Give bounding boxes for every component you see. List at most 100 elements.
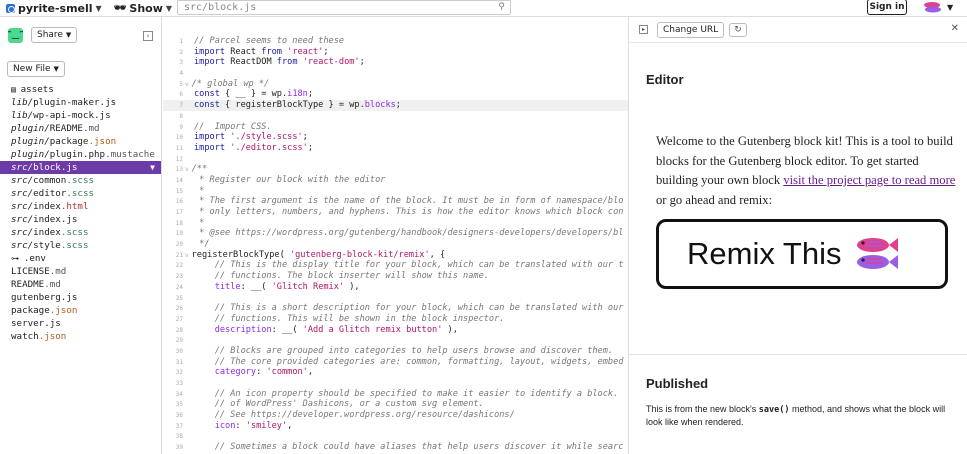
chevron-down-icon: ▼	[95, 3, 102, 13]
preview-pane: ▸ Change URL ↻ ✕ Editor Welcome to the G…	[628, 17, 967, 454]
code-token: import	[194, 46, 226, 57]
file-dir: src/	[11, 240, 34, 251]
remix-this-button[interactable]: Remix This	[656, 219, 948, 289]
save-method-code: save()	[758, 405, 790, 415]
file-item[interactable]: src/style.scss	[0, 239, 161, 252]
code-line: 19 * @see https://wordpress.org/gutenber…	[163, 228, 628, 239]
code-line: 21 v registerBlockType( 'gutenberg-block-k…	[163, 250, 628, 261]
file-ext: .scss	[66, 175, 95, 186]
new-file-label: New File	[13, 64, 51, 74]
file-item[interactable]: README.md	[0, 278, 161, 291]
code-token: // Import CSS.	[194, 121, 272, 132]
code-line: 4	[163, 68, 628, 79]
code-line: 33	[163, 378, 628, 389]
code-token: */	[194, 239, 210, 250]
code-token: icon	[214, 420, 236, 431]
preview-layout-icon[interactable]: ▸	[639, 25, 648, 34]
file-ext: .scss	[66, 188, 95, 199]
file-item[interactable]: package.json	[0, 304, 161, 317]
file-item[interactable]: LICENSE.md	[0, 265, 161, 278]
code-token: 'Glitch Remix'	[271, 281, 345, 292]
code-line: 14 * Register our block with the editor	[163, 175, 628, 186]
code-token: const	[194, 89, 220, 100]
file-name: gutenberg	[11, 292, 61, 303]
file-item[interactable]: src/index.js	[0, 213, 161, 226]
chevron-down-icon[interactable]: ▼	[150, 161, 155, 174]
collapse-sidebar-icon[interactable]: ‹	[143, 31, 153, 41]
code-token: from	[276, 57, 298, 68]
file-item[interactable]: gutenberg.js	[0, 291, 161, 304]
file-dir: plugin/	[11, 149, 50, 160]
file-ext: .md	[44, 279, 61, 290]
code-line: 8	[163, 111, 628, 122]
file-name: README	[49, 123, 83, 134]
file-item[interactable]: plugin/plugin.php.mustache	[0, 148, 161, 161]
chevron-down-icon[interactable]: ▼	[947, 3, 953, 12]
code-token: ReactDOM	[225, 57, 277, 68]
file-item[interactable]: plugin/README.md	[0, 122, 161, 135]
line-number: 11	[175, 144, 183, 152]
close-icon[interactable]: ✕	[951, 23, 959, 34]
file-item[interactable]: src/index.html	[0, 200, 161, 213]
file-item[interactable]: ▤ assets	[0, 83, 161, 96]
project-name: pyrite-smell	[18, 1, 93, 15]
file-search-input[interactable]: src/block.js ⚲	[177, 0, 511, 15]
file-name: block	[33, 162, 61, 173]
code-line: 13 v/**	[163, 164, 628, 175]
line-number: 39	[175, 444, 183, 452]
fold-chevron-icon[interactable]: v	[185, 252, 189, 259]
code-token: category	[214, 367, 257, 378]
user-avatar-icon[interactable]	[922, 1, 944, 13]
file-item[interactable]: src/common.scss	[0, 174, 161, 187]
file-item[interactable]: plugin/package.json	[0, 135, 161, 148]
code-line: 10 import './style.scss';	[163, 132, 628, 143]
project-page-link[interactable]: visit the project page to read more	[783, 173, 955, 187]
file-item[interactable]: src/editor.scss	[0, 187, 161, 200]
code-line: 27 // functions. This will be shown in t…	[163, 314, 628, 325]
code-line: 26 // This is a short description for yo…	[163, 303, 628, 314]
file-item[interactable]: watch.json	[0, 330, 161, 343]
file-item[interactable]: server.js	[0, 317, 161, 330]
file-name: LICENSE	[11, 266, 50, 277]
file-ext: .html	[60, 201, 89, 212]
code-line: 11 import './editor.scss';	[163, 143, 628, 154]
code-line: 2 import React from 'react';	[163, 47, 628, 58]
file-item[interactable]: src/index.scss	[0, 226, 161, 239]
chevron-down-icon: ▼	[53, 65, 59, 73]
code-line: 15 *	[163, 186, 628, 197]
code-token: *	[194, 217, 205, 228]
line-number: 24	[175, 283, 183, 291]
file-item[interactable]: ⊶ .env	[0, 252, 161, 265]
project-menu[interactable]: pyrite-smell ▼	[6, 2, 102, 15]
file-name: package	[11, 305, 50, 316]
file-item[interactable]: lib/plugin-maker.js	[0, 96, 161, 109]
code-token: ;	[395, 100, 401, 111]
code-token: *	[194, 185, 205, 196]
folder-icon: ▤	[11, 85, 21, 94]
show-menu[interactable]: 🕶 Show ▼	[114, 2, 172, 15]
file-dir: lib/	[11, 97, 34, 108]
code-line: 36 // See https://developer.wordpress.or…	[163, 410, 628, 421]
project-logo-icon	[6, 3, 15, 13]
fish-logo-icon	[857, 238, 899, 269]
code-editor[interactable]: 1// Parcel seems to need these 2 import Re…	[163, 17, 628, 454]
change-url-button[interactable]: Change URL	[657, 21, 725, 38]
code-line: 34 // An icon property should be specifi…	[163, 389, 628, 400]
fold-chevron-icon[interactable]: v	[185, 166, 189, 173]
share-button[interactable]: Share ▼	[31, 27, 78, 43]
code-token: // Blocks are grouped into categories to…	[194, 345, 614, 356]
code-line: 25	[163, 293, 628, 304]
code-line: 35 // of WordPress' Dashicons, or a cust…	[163, 399, 628, 410]
sign-in-button[interactable]: Sign in	[867, 0, 907, 15]
code-line: 7 const { registerBlockType } = wp.blocks…	[163, 100, 628, 111]
file-item[interactable]: src/block.js ▼	[0, 161, 161, 174]
new-file-button[interactable]: New File ▼	[7, 61, 65, 77]
file-item[interactable]: lib/wp-api-mock.js	[0, 109, 161, 122]
code-token: ),	[344, 281, 360, 292]
code-token: './editor.scss'	[230, 142, 308, 153]
fold-chevron-icon[interactable]: v	[185, 81, 189, 88]
glitch-logo-icon[interactable]: ᵔ‿ᵔ	[7, 27, 24, 43]
code-token: // An icon property should be specified …	[194, 388, 619, 399]
refresh-icon[interactable]: ↻	[729, 22, 747, 37]
